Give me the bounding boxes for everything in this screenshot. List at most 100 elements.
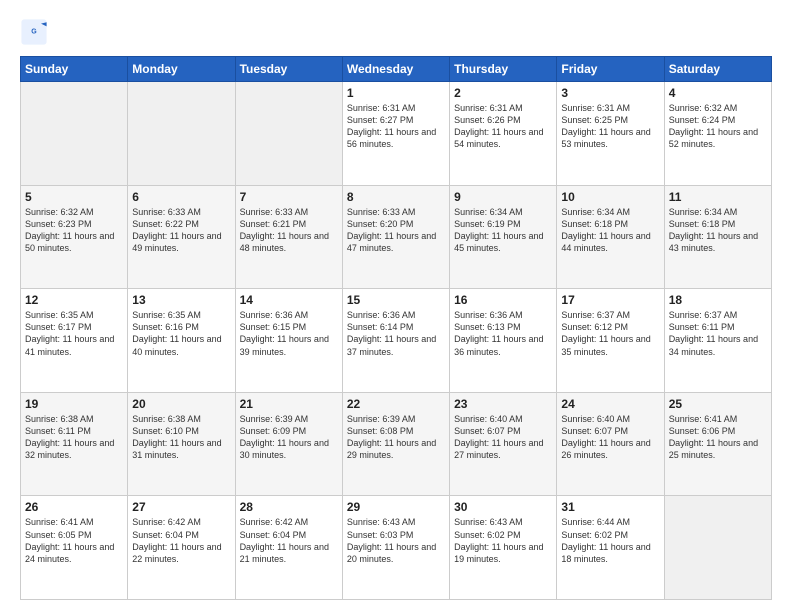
calendar-cell: 31Sunrise: 6:44 AMSunset: 6:02 PMDayligh… xyxy=(557,496,664,600)
calendar-cell xyxy=(235,82,342,186)
day-detail: Sunrise: 6:33 AMSunset: 6:21 PMDaylight:… xyxy=(240,207,329,253)
calendar-cell: 25 Sunrise: 6:41 AMSunset: 6:06 PMDayligh… xyxy=(664,392,771,496)
day-detail: Sunrise: 6:32 AMSunset: 6:24 PMDaylight:… xyxy=(669,103,758,149)
calendar-cell: 11Sunrise: 6:34 AMSunset: 6:18 PMDayligh… xyxy=(664,185,771,289)
day-detail: Sunrise: 6:34 AMSunset: 6:18 PMDaylight:… xyxy=(669,207,758,253)
day-number: 3 xyxy=(561,86,659,100)
calendar-cell: 10Sunrise: 6:34 AMSunset: 6:18 PMDayligh… xyxy=(557,185,664,289)
calendar-week-row: 19Sunrise: 6:38 AMSunset: 6:11 PMDayligh… xyxy=(21,392,772,496)
calendar-cell: 22 Sunrise: 6:39 AMSunset: 6:08 PMDayligh… xyxy=(342,392,449,496)
day-detail: Sunrise: 6:44 AMSunset: 6:02 PMDaylight:… xyxy=(561,517,650,563)
calendar-cell xyxy=(128,82,235,186)
day-number: 6 xyxy=(132,190,230,204)
day-number: 2 xyxy=(454,86,552,100)
header: G xyxy=(20,18,772,46)
calendar-cell: 26Sunrise: 6:41 AMSunset: 6:05 PMDayligh… xyxy=(21,496,128,600)
weekday-header-sunday: Sunday xyxy=(21,57,128,82)
weekday-header-thursday: Thursday xyxy=(450,57,557,82)
logo: G xyxy=(20,18,52,46)
calendar-cell: 13 Sunrise: 6:35 AMSunset: 6:16 PMDayligh… xyxy=(128,289,235,393)
calendar-cell: 8Sunrise: 6:33 AMSunset: 6:20 PMDaylight… xyxy=(342,185,449,289)
day-detail: Sunrise: 6:40 AMSunset: 6:07 PMDaylight:… xyxy=(561,414,650,460)
day-detail: Sunrise: 6:43 AMSunset: 6:03 PMDaylight:… xyxy=(347,517,436,563)
day-detail: Sunrise: 6:36 AMSunset: 6:13 PMDaylight:… xyxy=(454,310,543,356)
calendar-cell: 12 Sunrise: 6:35 AMSunset: 6:17 PMDayligh… xyxy=(21,289,128,393)
day-detail: Sunrise: 6:33 AMSunset: 6:22 PMDaylight:… xyxy=(132,207,221,253)
day-detail: Sunrise: 6:40 AMSunset: 6:07 PMDaylight:… xyxy=(454,414,543,460)
calendar-cell: 19Sunrise: 6:38 AMSunset: 6:11 PMDayligh… xyxy=(21,392,128,496)
calendar-cell xyxy=(21,82,128,186)
day-detail: Sunrise: 6:38 AMSunset: 6:11 PMDaylight:… xyxy=(25,414,114,460)
calendar-cell: 24 Sunrise: 6:40 AMSunset: 6:07 PMDayligh… xyxy=(557,392,664,496)
page: G SundayMondayTuesdayWednesdayThursdayFr… xyxy=(0,0,792,612)
calendar-cell: 29 Sunrise: 6:43 AMSunset: 6:03 PMDayligh… xyxy=(342,496,449,600)
calendar-cell: 21 Sunrise: 6:39 AMSunset: 6:09 PMDayligh… xyxy=(235,392,342,496)
day-detail: Sunrise: 6:38 AMSunset: 6:10 PMDaylight:… xyxy=(132,414,221,460)
day-number: 26 xyxy=(25,500,123,514)
day-detail: Sunrise: 6:34 AMSunset: 6:19 PMDaylight:… xyxy=(454,207,543,253)
day-number: 24 xyxy=(561,397,659,411)
day-detail: Sunrise: 6:31 AMSunset: 6:25 PMDaylight:… xyxy=(561,103,650,149)
day-number: 7 xyxy=(240,190,338,204)
weekday-header-monday: Monday xyxy=(128,57,235,82)
calendar-cell xyxy=(664,496,771,600)
day-number: 23 xyxy=(454,397,552,411)
calendar-cell: 27Sunrise: 6:42 AMSunset: 6:04 PMDayligh… xyxy=(128,496,235,600)
day-number: 18 xyxy=(669,293,767,307)
day-detail: Sunrise: 6:31 AMSunset: 6:26 PMDaylight:… xyxy=(454,103,543,149)
day-number: 30 xyxy=(454,500,552,514)
day-detail: Sunrise: 6:43 AMSunset: 6:02 PMDaylight:… xyxy=(454,517,543,563)
svg-text:G: G xyxy=(31,28,37,35)
day-number: 17 xyxy=(561,293,659,307)
calendar-cell: 20Sunrise: 6:38 AMSunset: 6:10 PMDayligh… xyxy=(128,392,235,496)
day-number: 8 xyxy=(347,190,445,204)
day-detail: Sunrise: 6:35 AMSunset: 6:16 PMDaylight:… xyxy=(132,310,221,356)
day-detail: Sunrise: 6:35 AMSunset: 6:17 PMDaylight:… xyxy=(25,310,114,356)
calendar-cell: 23 Sunrise: 6:40 AMSunset: 6:07 PMDayligh… xyxy=(450,392,557,496)
day-detail: Sunrise: 6:37 AMSunset: 6:12 PMDaylight:… xyxy=(561,310,650,356)
calendar-header-row: SundayMondayTuesdayWednesdayThursdayFrid… xyxy=(21,57,772,82)
calendar-week-row: 5 Sunrise: 6:32 AMSunset: 6:23 PMDaylight… xyxy=(21,185,772,289)
day-detail: Sunrise: 6:31 AMSunset: 6:27 PMDaylight:… xyxy=(347,103,436,149)
calendar-cell: 9 Sunrise: 6:34 AMSunset: 6:19 PMDaylight… xyxy=(450,185,557,289)
day-number: 21 xyxy=(240,397,338,411)
calendar-cell: 17 Sunrise: 6:37 AMSunset: 6:12 PMDayligh… xyxy=(557,289,664,393)
day-number: 29 xyxy=(347,500,445,514)
day-number: 28 xyxy=(240,500,338,514)
day-detail: Sunrise: 6:32 AMSunset: 6:23 PMDaylight:… xyxy=(25,207,114,253)
day-detail: Sunrise: 6:39 AMSunset: 6:08 PMDaylight:… xyxy=(347,414,436,460)
day-number: 25 xyxy=(669,397,767,411)
calendar-cell: 6 Sunrise: 6:33 AMSunset: 6:22 PMDaylight… xyxy=(128,185,235,289)
weekday-header-saturday: Saturday xyxy=(664,57,771,82)
weekday-header-wednesday: Wednesday xyxy=(342,57,449,82)
calendar-week-row: 1Sunrise: 6:31 AMSunset: 6:27 PMDaylight… xyxy=(21,82,772,186)
day-detail: Sunrise: 6:36 AMSunset: 6:15 PMDaylight:… xyxy=(240,310,329,356)
day-number: 14 xyxy=(240,293,338,307)
weekday-header-friday: Friday xyxy=(557,57,664,82)
day-detail: Sunrise: 6:36 AMSunset: 6:14 PMDaylight:… xyxy=(347,310,436,356)
calendar-cell: 16 Sunrise: 6:36 AMSunset: 6:13 PMDayligh… xyxy=(450,289,557,393)
logo-icon: G xyxy=(20,18,48,46)
day-detail: Sunrise: 6:37 AMSunset: 6:11 PMDaylight:… xyxy=(669,310,758,356)
day-number: 13 xyxy=(132,293,230,307)
day-number: 12 xyxy=(25,293,123,307)
day-number: 5 xyxy=(25,190,123,204)
calendar-cell: 4Sunrise: 6:32 AMSunset: 6:24 PMDaylight… xyxy=(664,82,771,186)
calendar-table: SundayMondayTuesdayWednesdayThursdayFrid… xyxy=(20,56,772,600)
calendar-cell: 28 Sunrise: 6:42 AMSunset: 6:04 PMDayligh… xyxy=(235,496,342,600)
calendar-week-row: 12 Sunrise: 6:35 AMSunset: 6:17 PMDayligh… xyxy=(21,289,772,393)
weekday-header-tuesday: Tuesday xyxy=(235,57,342,82)
day-detail: Sunrise: 6:39 AMSunset: 6:09 PMDaylight:… xyxy=(240,414,329,460)
calendar-cell: 15 Sunrise: 6:36 AMSunset: 6:14 PMDayligh… xyxy=(342,289,449,393)
day-number: 10 xyxy=(561,190,659,204)
calendar-cell: 2 Sunrise: 6:31 AMSunset: 6:26 PMDaylight… xyxy=(450,82,557,186)
day-detail: Sunrise: 6:41 AMSunset: 6:06 PMDaylight:… xyxy=(669,414,758,460)
day-number: 16 xyxy=(454,293,552,307)
calendar-body: 1Sunrise: 6:31 AMSunset: 6:27 PMDaylight… xyxy=(21,82,772,600)
calendar-cell: 30 Sunrise: 6:43 AMSunset: 6:02 PMDayligh… xyxy=(450,496,557,600)
day-detail: Sunrise: 6:42 AMSunset: 6:04 PMDaylight:… xyxy=(240,517,329,563)
calendar-cell: 7 Sunrise: 6:33 AMSunset: 6:21 PMDaylight… xyxy=(235,185,342,289)
day-number: 9 xyxy=(454,190,552,204)
day-number: 22 xyxy=(347,397,445,411)
day-number: 15 xyxy=(347,293,445,307)
